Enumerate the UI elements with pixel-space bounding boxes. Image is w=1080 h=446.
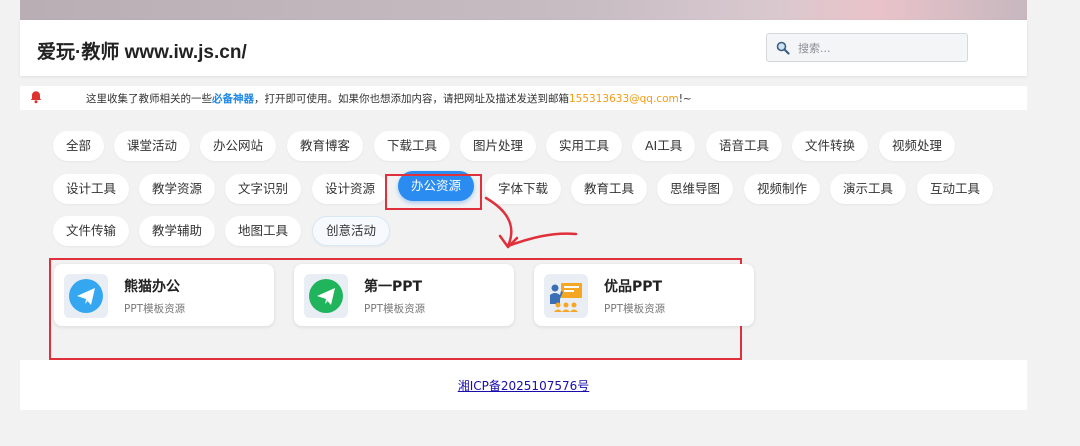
tag-teaching-resources[interactable]: 教学资源 [139, 174, 216, 204]
tag-video-production[interactable]: 视频制作 [744, 174, 821, 204]
card-title: 熊猫办公 [124, 279, 180, 295]
annotation-highlight-box [385, 174, 482, 210]
notice-text: 这里收集了教师相关的一些必备神器，打开即可使用。如果你也想添加内容，请把网址及描… [86, 91, 692, 106]
tag-file-convert[interactable]: 文件转换 [792, 131, 869, 161]
notice-highlight: 必备神器 [212, 93, 254, 105]
notice-bar: 这里收集了教师相关的一些必备神器，打开即可使用。如果你也想添加内容，请把网址及描… [20, 86, 1027, 110]
card-icon-wrapper [544, 274, 588, 318]
tag-download-tools[interactable]: 下载工具 [374, 131, 451, 161]
tag-office-sites[interactable]: 办公网站 [200, 131, 277, 161]
paper-plane-icon [309, 279, 343, 313]
icp-link[interactable]: 湘ICP备2025107576号 [20, 377, 1027, 394]
hero-banner-image [20, 0, 1027, 20]
tag-classroom-activity[interactable]: 课堂活动 [114, 131, 191, 161]
resource-card-xiongmao[interactable]: 熊猫办公 PPT模板资源 [54, 264, 274, 326]
tag-presentation-tools[interactable]: 演示工具 [830, 174, 907, 204]
resource-card-youpin-ppt[interactable]: 优品PPT PPT模板资源 [534, 264, 754, 326]
search-input[interactable]: 搜索... [798, 40, 831, 56]
site-title[interactable]: 爱玩·教师 www.iw.js.cn/ [37, 37, 247, 64]
tag-mind-map[interactable]: 思维导图 [657, 174, 734, 204]
site-footer: 湘ICP备2025107576号 [20, 360, 1027, 410]
card-title: 第一PPT [364, 279, 423, 295]
tag-all[interactable]: 全部 [53, 131, 105, 161]
tag-image-processing[interactable]: 图片处理 [460, 131, 537, 161]
tag-ai-tools[interactable]: AI工具 [632, 131, 696, 161]
tag-creative-activity[interactable]: 创意活动 [312, 216, 391, 246]
notice-text-middle: ，打开即可使用。如果你也想添加内容，请把网址及描述发送到邮箱 [254, 93, 569, 105]
tag-utility-tools[interactable]: 实用工具 [546, 131, 623, 161]
paper-plane-icon [69, 279, 103, 313]
site-header: 爱玩·教师 www.iw.js.cn/ 搜索... [20, 20, 1027, 76]
notice-email[interactable]: 155313633@qq.com [569, 93, 679, 105]
tag-ocr[interactable]: 文字识别 [225, 174, 302, 204]
card-desc: PPT模板资源 [364, 303, 426, 315]
presenter-board-icon [550, 283, 582, 312]
card-desc: PPT模板资源 [604, 303, 666, 315]
tag-teaching-aid[interactable]: 教学辅助 [139, 216, 216, 246]
tag-edu-blog[interactable]: 教育博客 [287, 131, 364, 161]
card-icon-wrapper [304, 274, 348, 318]
tag-interactive-tools[interactable]: 互动工具 [917, 174, 994, 204]
card-icon-wrapper [64, 274, 108, 318]
bell-icon [30, 91, 42, 104]
search-icon [776, 41, 790, 55]
card-title: 优品PPT [604, 279, 663, 295]
tag-video-processing[interactable]: 视频处理 [879, 131, 956, 161]
tag-voice-tools[interactable]: 语音工具 [706, 131, 783, 161]
tag-file-transfer[interactable]: 文件传输 [53, 216, 130, 246]
search-box[interactable]: 搜索... [766, 33, 968, 62]
tag-design-resources[interactable]: 设计资源 [312, 174, 389, 204]
notice-text-before: 这里收集了教师相关的一些 [86, 93, 212, 105]
notice-text-after: !~ [678, 93, 692, 105]
resource-card-diyi-ppt[interactable]: 第一PPT PPT模板资源 [294, 264, 514, 326]
card-desc: PPT模板资源 [124, 303, 186, 315]
tag-map-tools[interactable]: 地图工具 [225, 216, 302, 246]
tag-design-tools[interactable]: 设计工具 [53, 174, 130, 204]
